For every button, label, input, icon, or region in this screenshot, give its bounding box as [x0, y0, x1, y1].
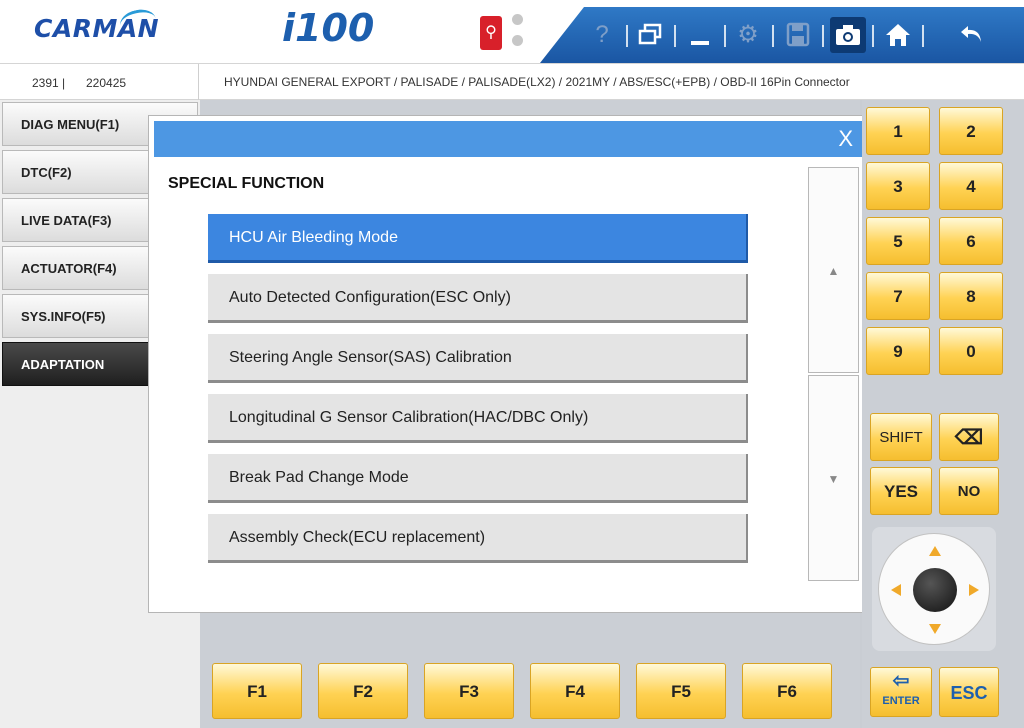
close-icon[interactable]: X	[838, 126, 853, 152]
option-g-sensor-calibration[interactable]: Longitudinal G Sensor Calibration(HAC/DB…	[208, 394, 748, 443]
dialog-title-bar: X	[154, 121, 871, 157]
toolbar-separator	[922, 25, 924, 47]
no-key[interactable]: NO	[939, 467, 999, 515]
model-logo: i100	[282, 6, 375, 50]
toolbar-separator	[724, 25, 726, 47]
option-hcu-air-bleeding[interactable]: HCU Air Bleeding Mode	[208, 214, 748, 263]
save-icon[interactable]	[780, 17, 816, 53]
scroll-down-button[interactable]: ▼	[808, 375, 859, 581]
home-icon[interactable]	[880, 17, 916, 53]
enter-label: ENTER	[882, 695, 920, 707]
option-sas-calibration[interactable]: Steering Angle Sensor(SAS) Calibration	[208, 334, 748, 383]
vehicle-code: 2391 |	[32, 76, 66, 90]
key-2[interactable]: 2	[939, 107, 1003, 155]
key-1[interactable]: 1	[866, 107, 930, 155]
vehicle-info-bar: 2391 | 220425 HYUNDAI GENERAL EXPORT / P…	[0, 63, 1024, 100]
option-break-pad-change[interactable]: Break Pad Change Mode	[208, 454, 748, 503]
toolbar: ? ⚙	[540, 7, 1024, 63]
back-icon[interactable]	[954, 17, 990, 53]
connection-status-dots	[512, 14, 523, 56]
enter-key[interactable]: ⇦ ENTER	[870, 667, 932, 717]
version-date: 220425	[86, 76, 127, 90]
toolbar-separator	[674, 25, 676, 47]
option-auto-detected-configuration[interactable]: Auto Detected Configuration(ESC Only)	[208, 274, 748, 323]
joystick-pad	[872, 527, 996, 651]
joystick-knob[interactable]	[913, 568, 957, 612]
key-5[interactable]: 5	[866, 217, 930, 265]
settings-icon[interactable]: ⚙	[730, 17, 766, 53]
toolbar-separator	[772, 25, 774, 47]
key-4[interactable]: 4	[939, 162, 1003, 210]
f6-key[interactable]: F6	[742, 663, 832, 719]
usb-icon: ⚲	[480, 16, 502, 50]
yes-key[interactable]: YES	[870, 467, 932, 515]
key-9[interactable]: 9	[866, 327, 930, 375]
joystick[interactable]	[878, 533, 990, 645]
option-assembly-check[interactable]: Assembly Check(ECU replacement)	[208, 514, 748, 563]
key-6[interactable]: 6	[939, 217, 1003, 265]
special-function-dialog: X SPECIAL FUNCTION HCU Air Bleeding Mode…	[148, 115, 876, 613]
toolbar-separator	[822, 25, 824, 47]
arrow-left-icon[interactable]	[891, 584, 901, 596]
key-7[interactable]: 7	[866, 272, 930, 320]
key-0[interactable]: 0	[939, 327, 1003, 375]
f2-key[interactable]: F2	[318, 663, 408, 719]
arrow-up-icon[interactable]	[929, 546, 941, 556]
minimize-icon[interactable]	[682, 17, 718, 53]
camera-icon[interactable]	[830, 17, 866, 53]
toolbar-separator	[872, 25, 874, 47]
help-icon[interactable]: ?	[584, 17, 620, 53]
f3-key[interactable]: F3	[424, 663, 514, 719]
scroll-up-button[interactable]: ▲	[808, 167, 859, 373]
arrow-down-icon[interactable]	[929, 624, 941, 634]
key-8[interactable]: 8	[939, 272, 1003, 320]
backspace-icon[interactable]: ⌫	[939, 413, 999, 461]
toolbar-separator	[626, 25, 628, 47]
info-separator	[198, 64, 199, 100]
arrow-right-icon[interactable]	[969, 584, 979, 596]
f1-key[interactable]: F1	[212, 663, 302, 719]
esc-key[interactable]: ESC	[939, 667, 999, 717]
enter-icon: ⇦	[892, 670, 910, 692]
key-3[interactable]: 3	[866, 162, 930, 210]
f5-key[interactable]: F5	[636, 663, 726, 719]
dialog-heading: SPECIAL FUNCTION	[168, 175, 325, 192]
window-icon[interactable]	[632, 17, 668, 53]
shift-key[interactable]: SHIFT	[870, 413, 932, 461]
f4-key[interactable]: F4	[530, 663, 620, 719]
vehicle-path: HYUNDAI GENERAL EXPORT / PALISADE / PALI…	[224, 75, 850, 89]
app-header: CARMAN i100 ⚲ ? ⚙	[0, 0, 1024, 63]
